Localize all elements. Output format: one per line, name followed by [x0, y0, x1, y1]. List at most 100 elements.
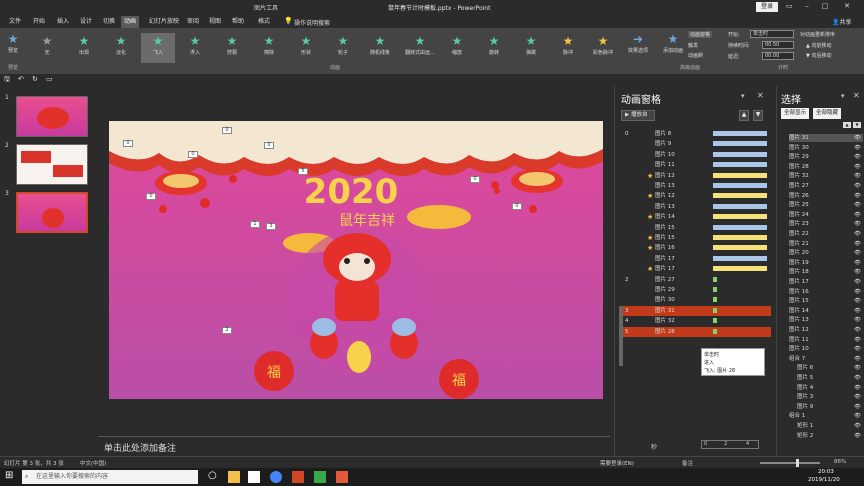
selection-item[interactable]: 图片 3 👁 [797, 393, 863, 401]
tab-file[interactable]: 文件 [6, 16, 24, 28]
visibility-eye-icon[interactable]: 👁 [854, 288, 861, 296]
selection-item[interactable]: 图片 15 👁 [789, 297, 863, 305]
share-button[interactable]: 👤共享 [832, 17, 852, 26]
tab-help[interactable]: 帮助 [229, 16, 247, 28]
animation-item[interactable]: 图片 10 [621, 150, 771, 160]
chevron-down-icon[interactable]: ▾ [841, 92, 845, 100]
mail-icon[interactable] [248, 471, 260, 483]
close-icon[interactable]: ✕ [757, 91, 764, 100]
anim-pane-button[interactable]: 动画窗格 [688, 31, 713, 38]
zoom-slider[interactable] [760, 462, 820, 464]
visibility-eye-icon[interactable]: 👁 [854, 412, 861, 420]
visibility-eye-icon[interactable]: 👁 [854, 134, 861, 142]
visibility-eye-icon[interactable]: 👁 [854, 355, 861, 363]
taskbar-search-input[interactable]: ⌕ 在这里输入你要搜索的内容 [22, 470, 198, 484]
selection-item[interactable]: 图片 21 👁 [789, 240, 863, 248]
tell-me-search[interactable]: 操作说明搜索 [294, 18, 330, 27]
selection-item[interactable]: 图片 26 👁 [789, 192, 863, 200]
visibility-eye-icon[interactable]: 👁 [854, 259, 861, 267]
selection-item[interactable]: 图片 19 👁 [789, 259, 863, 267]
effect-wheel[interactable]: ★ 轮子 [326, 33, 360, 63]
timeline-ruler[interactable]: 0 2 4 [701, 440, 759, 449]
animation-item[interactable]: 图片 11 [621, 160, 771, 170]
visibility-eye-icon[interactable]: 👁 [854, 336, 861, 344]
move-up-button[interactable]: ▲ [739, 110, 749, 121]
selection-item[interactable]: 图片 5 👁 [797, 374, 863, 382]
bring-forward-button[interactable]: ▲ [843, 122, 851, 128]
animation-item[interactable]: ★ 图片 16 [621, 243, 771, 253]
visibility-eye-icon[interactable]: 👁 [854, 393, 861, 401]
visibility-eye-icon[interactable]: 👁 [854, 316, 861, 324]
effect-wipe[interactable]: ★ 擦除 [252, 33, 286, 63]
tab-view[interactable]: 视图 [206, 16, 224, 28]
visibility-eye-icon[interactable]: 👁 [854, 374, 861, 382]
visibility-eye-icon[interactable]: 👁 [854, 144, 861, 152]
selection-item[interactable]: 图片 20 👁 [789, 249, 863, 257]
visibility-eye-icon[interactable]: 👁 [854, 345, 861, 353]
visibility-eye-icon[interactable]: 👁 [854, 432, 861, 440]
anim-tag[interactable]: 0 [146, 193, 156, 200]
tab-review[interactable]: 审阅 [184, 16, 202, 28]
preview-button[interactable]: ★ 预览 [2, 31, 24, 61]
visibility-eye-icon[interactable]: 👁 [854, 307, 861, 315]
send-backward-button[interactable]: ▼ [853, 122, 861, 128]
animation-item[interactable]: 图片 17 [621, 254, 771, 264]
redo-icon[interactable]: ↻ [32, 75, 38, 83]
visibility-eye-icon[interactable]: 👁 [854, 153, 861, 161]
visibility-eye-icon[interactable]: 👁 [854, 182, 861, 190]
animation-item[interactable]: ★ 图片 12 [621, 171, 771, 181]
show-all-button[interactable]: 全部显示 [781, 108, 809, 119]
anim-tag[interactable]: 0 [264, 142, 274, 149]
anim-tag[interactable]: 3 [266, 223, 276, 230]
duration-input[interactable]: 00.50 [762, 41, 794, 49]
cortana-icon[interactable]: ○ [208, 470, 217, 481]
visibility-eye-icon[interactable]: 👁 [854, 384, 861, 392]
move-earlier-button[interactable]: ▲ 向前移动 [806, 42, 831, 49]
selection-item[interactable]: 图片 23 👁 [789, 220, 863, 228]
hide-all-button[interactable]: 全部隐藏 [813, 108, 841, 119]
app-icon[interactable] [336, 471, 348, 483]
language-label[interactable]: 中文(中国) [80, 459, 106, 467]
animation-item[interactable]: 图片 13 [621, 181, 771, 191]
selection-item[interactable]: 图片 24 👁 [789, 211, 863, 219]
chevron-down-icon[interactable]: ▾ [741, 92, 745, 100]
delay-input[interactable]: 00.00 [762, 52, 794, 60]
animation-item[interactable]: 2 图片 27 [621, 275, 771, 285]
anim-tag[interactable]: 2 [222, 327, 232, 334]
tab-format[interactable]: 格式 [255, 16, 273, 28]
move-down-button[interactable]: ▼ [753, 110, 763, 121]
effect-none[interactable]: ★ 无 [30, 33, 64, 63]
tab-slideshow[interactable]: 幻灯片放映 [146, 16, 182, 28]
tab-transitions[interactable]: 切换 [100, 16, 118, 28]
trigger-button[interactable]: 触发 [688, 42, 698, 49]
animation-item[interactable]: 图片 9 [621, 139, 771, 149]
anim-tag[interactable]: 0 [512, 203, 522, 210]
anim-tag[interactable]: 0 [188, 151, 198, 158]
notes-pane[interactable]: 单击此处添加备注 [98, 436, 610, 456]
anim-painter-button[interactable]: 动画刷 [688, 52, 703, 59]
selection-item[interactable]: 图片 28 👁 [789, 163, 863, 171]
notes-toggle[interactable]: 备注 [682, 459, 693, 467]
selection-item[interactable]: 图片 32 👁 [789, 172, 863, 180]
camtasia-icon[interactable] [314, 471, 326, 483]
effect-swivel[interactable]: ★ 旋转 [477, 33, 511, 63]
selection-item[interactable]: 图片 9 👁 [797, 403, 863, 411]
powerpoint-icon[interactable] [292, 471, 304, 483]
play-from-button[interactable]: ▶ 播放自 [621, 110, 655, 121]
animation-item[interactable]: 4 图片 32 [621, 316, 771, 326]
effect-float-in[interactable]: ★ 浮入 [178, 33, 212, 63]
animation-item[interactable]: 图片 13 [621, 202, 771, 212]
visibility-eye-icon[interactable]: 👁 [854, 172, 861, 180]
windows-start-icon[interactable]: ⊞ [5, 470, 13, 481]
visibility-eye-icon[interactable]: 👁 [854, 201, 861, 209]
tab-home[interactable]: 开始 [30, 16, 48, 28]
close-icon[interactable]: ✕ [840, 2, 854, 12]
selection-item[interactable]: 图片 29 👁 [789, 153, 863, 161]
visibility-eye-icon[interactable]: 👁 [854, 297, 861, 305]
animation-item[interactable]: ★ 图片 14 [621, 212, 771, 222]
animation-item[interactable]: ★ 图片 15 [621, 233, 771, 243]
selection-item[interactable]: 图片 4 👁 [797, 384, 863, 392]
present-icon[interactable]: ▭ [46, 75, 53, 83]
minimize-icon[interactable]: – [800, 2, 814, 12]
effect-pulse[interactable]: ★ 脉冲 [551, 33, 585, 63]
